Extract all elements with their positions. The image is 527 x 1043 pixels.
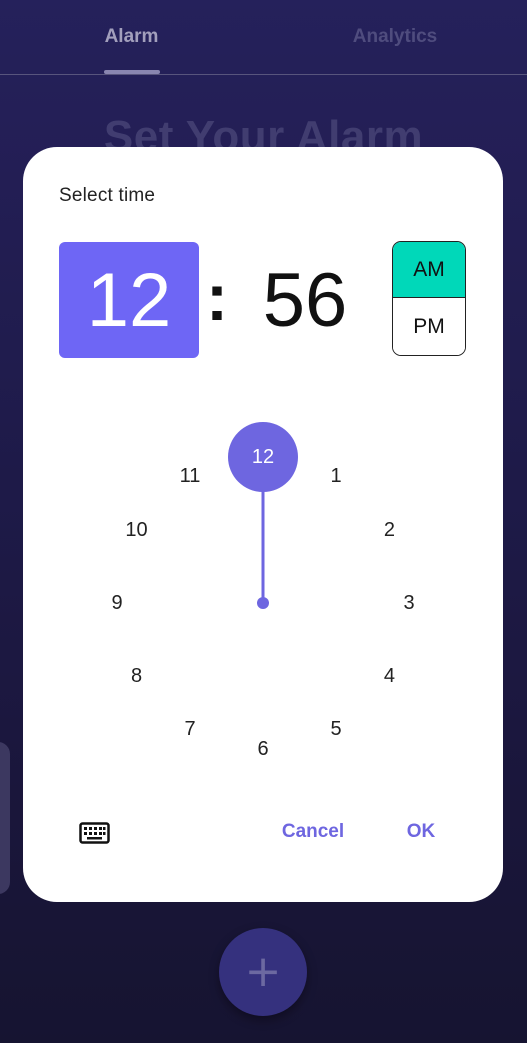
cancel-label: Cancel [281,821,345,842]
cancel-button[interactable]: Cancel [273,812,353,852]
clock-number-6[interactable]: 6 [243,734,283,764]
clock-number-1[interactable]: 1 [316,462,356,492]
clock-number-12[interactable]: 12 [243,442,283,472]
clock-number-11[interactable]: 11 [170,462,210,492]
clock-dial[interactable]: 12 1 2 3 4 5 6 7 8 9 10 11 [23,147,503,902]
clock-center-dot [257,597,269,609]
keyboard-icon [78,822,110,844]
clock-number-7[interactable]: 7 [170,714,210,744]
clock-number-5[interactable]: 5 [316,714,356,744]
clock-hand-graphic [228,422,298,609]
clock-number-8[interactable]: 8 [117,661,157,691]
clock-number-4[interactable]: 4 [369,661,409,691]
ok-label: OK [406,821,436,842]
time-picker-dialog: Select time 12 : 56 AM PM 12 1 2 3 4 5 6 7 8 9 10 1… [23,147,503,902]
clock-number-9[interactable]: 9 [97,588,137,618]
clock-number-10[interactable]: 10 [117,515,157,545]
ok-button[interactable]: OK [399,812,443,852]
keyboard-input-button[interactable] [76,819,112,847]
clock-number-3[interactable]: 3 [389,588,429,618]
clock-number-2[interactable]: 2 [369,515,409,545]
